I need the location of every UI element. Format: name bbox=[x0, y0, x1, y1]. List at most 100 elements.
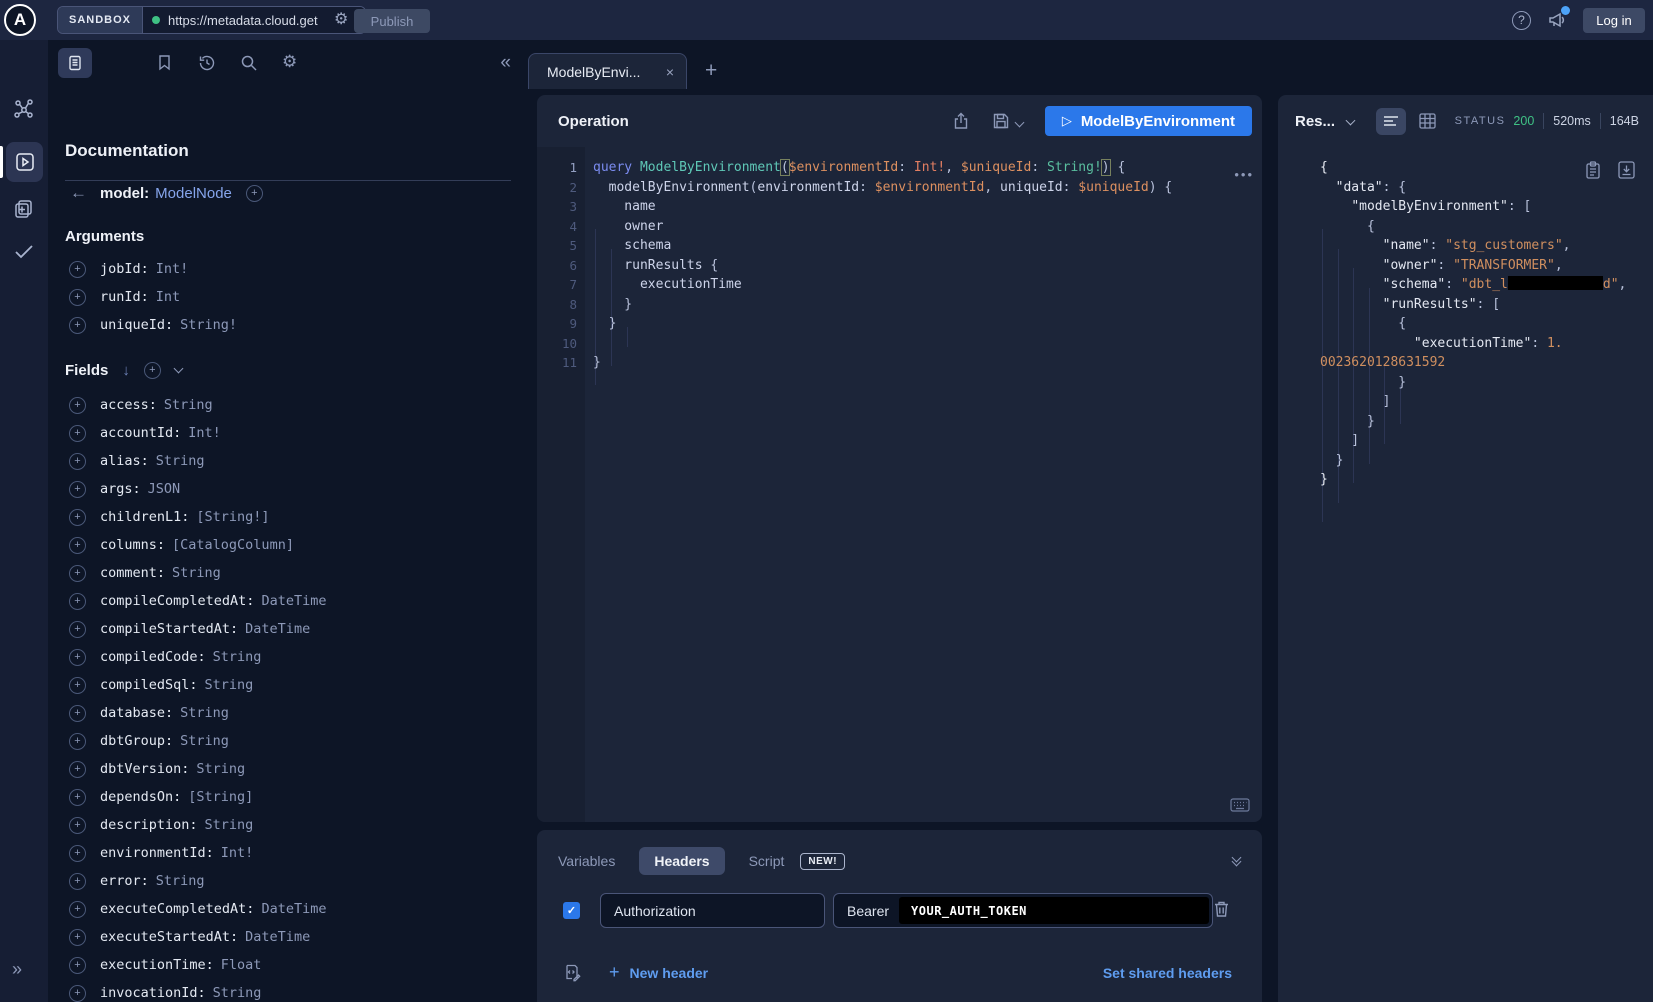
field-row[interactable]: + accountId: Int! bbox=[65, 419, 525, 447]
breadcrumb-type-link[interactable]: ModelNode bbox=[155, 185, 232, 202]
add-field-icon[interactable]: + bbox=[69, 957, 86, 974]
add-field-icon[interactable]: + bbox=[69, 397, 86, 414]
new-tab-icon[interactable]: + bbox=[705, 59, 717, 83]
endpoint-settings-icon[interactable]: ⚙ bbox=[334, 12, 348, 28]
tab-variables[interactable]: Variables bbox=[558, 853, 615, 869]
save-options-chevron-icon[interactable] bbox=[1014, 118, 1024, 128]
add-field-icon[interactable]: + bbox=[69, 509, 86, 526]
login-button[interactable]: Log in bbox=[1583, 8, 1645, 33]
field-row[interactable]: + compiledSql: String bbox=[65, 671, 525, 699]
sort-fields-icon[interactable]: ↓ bbox=[122, 362, 130, 379]
schema-graph-icon[interactable] bbox=[13, 98, 35, 120]
delete-header-icon[interactable] bbox=[1213, 900, 1230, 918]
tab-title[interactable]: ModelByEnvi... bbox=[547, 64, 658, 80]
share-operation-icon[interactable] bbox=[952, 112, 970, 130]
field-row[interactable]: + dbtVersion: String bbox=[65, 755, 525, 783]
publish-button[interactable]: Publish bbox=[354, 9, 430, 33]
field-row[interactable]: + columns: [CatalogColumn] bbox=[65, 531, 525, 559]
help-icon[interactable]: ? bbox=[1512, 11, 1531, 30]
add-field-icon[interactable]: + bbox=[69, 733, 86, 750]
header-value-input[interactable]: Bearer YOUR_AUTH_TOKEN bbox=[833, 893, 1213, 928]
add-field-icon[interactable]: + bbox=[69, 705, 86, 722]
run-operation-button[interactable]: ▷ ModelByEnvironment bbox=[1045, 106, 1252, 136]
add-field-icon[interactable]: + bbox=[69, 565, 86, 582]
add-field-icon[interactable]: + bbox=[69, 425, 86, 442]
field-row[interactable]: + compileCompletedAt: DateTime bbox=[65, 587, 525, 615]
add-argument-icon[interactable]: + bbox=[69, 261, 86, 278]
field-row[interactable]: + args: JSON bbox=[65, 475, 525, 503]
field-row[interactable]: + access: String bbox=[65, 391, 525, 419]
argument-row[interactable]: + uniqueId: String! bbox=[65, 311, 525, 339]
field-row[interactable]: + environmentId: Int! bbox=[65, 839, 525, 867]
add-field-icon[interactable]: + bbox=[69, 621, 86, 638]
chevron-down-icon[interactable] bbox=[173, 364, 183, 374]
search-icon[interactable] bbox=[240, 54, 258, 72]
add-field-icon[interactable]: + bbox=[69, 481, 86, 498]
collapse-panel-chevrons-icon[interactable] bbox=[1233, 854, 1240, 865]
collections-nav-icon[interactable] bbox=[13, 198, 35, 220]
query-text[interactable]: query ModelByEnvironment($environmentId:… bbox=[593, 158, 1172, 373]
add-field-icon[interactable]: + bbox=[69, 761, 86, 778]
endpoint-url[interactable]: https://metadata.cloud.get bbox=[168, 13, 326, 28]
editor-options-icon[interactable]: ••• bbox=[1234, 167, 1254, 182]
auth-token-value[interactable]: YOUR_AUTH_TOKEN bbox=[899, 897, 1209, 924]
add-field-icon[interactable]: + bbox=[69, 453, 86, 470]
set-shared-headers-link[interactable]: Set shared headers bbox=[1103, 965, 1232, 981]
tab-script[interactable]: Script bbox=[749, 853, 785, 869]
apollo-logo-icon[interactable]: A bbox=[4, 4, 36, 36]
settings-icon[interactable]: ⚙ bbox=[282, 52, 297, 72]
response-json[interactable]: { "data": { "modelByEnvironment": [ { "n… bbox=[1320, 158, 1626, 490]
field-row[interactable]: + description: String bbox=[65, 811, 525, 839]
close-tab-icon[interactable]: × bbox=[666, 64, 674, 80]
field-row[interactable]: + dbtGroup: String bbox=[65, 727, 525, 755]
add-field-icon[interactable]: + bbox=[69, 593, 86, 610]
add-fields-icon[interactable]: + bbox=[144, 362, 161, 379]
field-row[interactable]: + error: String bbox=[65, 867, 525, 895]
add-all-fields-icon[interactable]: + bbox=[246, 185, 263, 202]
saved-operations-icon[interactable] bbox=[156, 54, 173, 71]
field-row[interactable]: + database: String bbox=[65, 699, 525, 727]
preflight-script-icon[interactable] bbox=[563, 964, 581, 982]
header-key-input[interactable]: Authorization bbox=[600, 893, 825, 928]
add-argument-icon[interactable]: + bbox=[69, 317, 86, 334]
history-icon[interactable] bbox=[198, 54, 216, 72]
save-operation-icon[interactable] bbox=[992, 112, 1010, 130]
add-field-icon[interactable]: + bbox=[69, 873, 86, 890]
add-field-icon[interactable]: + bbox=[69, 649, 86, 666]
field-row[interactable]: + executeCompletedAt: DateTime bbox=[65, 895, 525, 923]
query-editor[interactable]: 1234567891011 query ModelByEnvironment($… bbox=[537, 147, 1262, 822]
keyboard-shortcuts-icon[interactable] bbox=[1230, 798, 1250, 812]
new-header-button[interactable]: + New header bbox=[609, 962, 708, 983]
table-view-toggle-icon[interactable] bbox=[1419, 113, 1436, 129]
add-field-icon[interactable]: + bbox=[69, 985, 86, 1002]
argument-row[interactable]: + runId: Int bbox=[65, 283, 525, 311]
expand-rail-icon[interactable]: » bbox=[12, 959, 22, 980]
back-icon[interactable]: ← bbox=[70, 183, 87, 203]
argument-row[interactable]: + jobId: Int! bbox=[65, 255, 525, 283]
tab-headers[interactable]: Headers bbox=[639, 847, 724, 875]
raw-view-toggle-icon[interactable] bbox=[1376, 108, 1406, 135]
field-row[interactable]: + compileStartedAt: DateTime bbox=[65, 615, 525, 643]
add-field-icon[interactable]: + bbox=[69, 677, 86, 694]
field-row[interactable]: + invocationId: String bbox=[65, 979, 525, 1002]
explorer-nav-icon[interactable] bbox=[6, 142, 43, 182]
field-row[interactable]: + alias: String bbox=[65, 447, 525, 475]
add-field-icon[interactable]: + bbox=[69, 537, 86, 554]
operation-tab[interactable]: ModelByEnvi... × bbox=[528, 53, 687, 89]
endpoint-url-input[interactable]: https://metadata.cloud.get ⚙ bbox=[143, 7, 365, 33]
add-field-icon[interactable]: + bbox=[69, 845, 86, 862]
checks-nav-icon[interactable] bbox=[13, 240, 35, 262]
download-response-icon[interactable] bbox=[1618, 161, 1635, 179]
field-row[interactable]: + childrenL1: [String!] bbox=[65, 503, 525, 531]
field-row[interactable]: + compiledCode: String bbox=[65, 643, 525, 671]
documentation-tab-icon[interactable] bbox=[58, 48, 92, 78]
header-enabled-checkbox[interactable]: ✓ bbox=[563, 902, 580, 919]
add-argument-icon[interactable]: + bbox=[69, 289, 86, 306]
add-field-icon[interactable]: + bbox=[69, 929, 86, 946]
add-field-icon[interactable]: + bbox=[69, 789, 86, 806]
response-dropdown[interactable]: Res... bbox=[1295, 113, 1335, 130]
copy-response-icon[interactable] bbox=[1585, 161, 1601, 179]
add-field-icon[interactable]: + bbox=[69, 817, 86, 834]
field-row[interactable]: + executeStartedAt: DateTime bbox=[65, 923, 525, 951]
field-row[interactable]: + executionTime: Float bbox=[65, 951, 525, 979]
